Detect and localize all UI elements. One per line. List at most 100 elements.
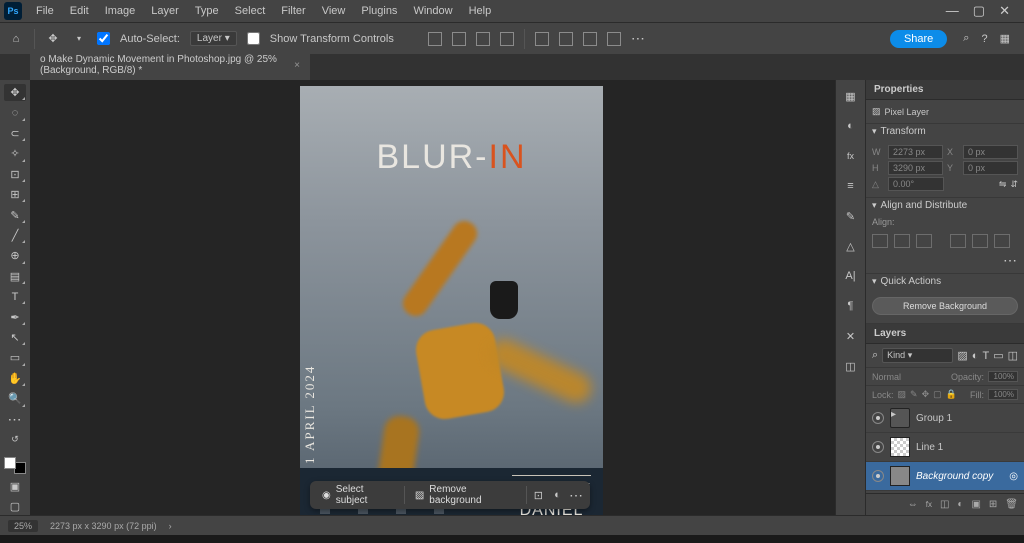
gradient-tool[interactable]: ▤ [4, 268, 26, 285]
move-tool[interactable]: ✥ [4, 84, 26, 101]
search-icon[interactable]: ⌕ [963, 32, 969, 45]
wand-tool[interactable]: ✧ [4, 145, 26, 162]
zoom-level[interactable]: 25% [8, 520, 38, 532]
filter-smart-icon[interactable]: ◫ [1008, 349, 1018, 362]
layer-thumbnail[interactable]: ▸ [890, 408, 910, 428]
angle-field[interactable]: 0.00° [888, 177, 944, 191]
link-layers-icon[interactable]: ⇔ [908, 499, 918, 510]
zoom-tool[interactable]: 🔍 [4, 390, 26, 407]
workspace-icon[interactable]: ▦ [1000, 32, 1010, 45]
marquee-tool[interactable]: ◌ [4, 104, 26, 121]
home-icon[interactable]: ⌂ [8, 31, 24, 47]
screenmode-tool[interactable]: ▢ [4, 498, 26, 515]
auto-select-target[interactable]: Layer ▾ [190, 31, 237, 46]
smart-object-icon[interactable]: ◎ [1009, 471, 1018, 482]
align-more-icon[interactable]: ⋯ [872, 252, 1018, 269]
default-colors-icon[interactable]: ↺ [4, 431, 26, 448]
crop-tool[interactable]: ⊡ [4, 166, 26, 183]
lock-trans-icon[interactable]: ▨ [898, 389, 907, 400]
distribute-left-icon[interactable] [535, 32, 549, 46]
edit-toolbar-icon[interactable]: ⋯ [8, 411, 23, 428]
menu-layer[interactable]: Layer [143, 2, 187, 20]
document-tab[interactable]: o Make Dynamic Movement in Photoshop.jpg… [30, 49, 310, 80]
distribute-space-icon[interactable] [607, 32, 621, 46]
more-options-icon[interactable]: ⋯ [631, 30, 646, 47]
layer-name[interactable]: Line 1 [916, 442, 1018, 453]
visibility-toggle[interactable] [872, 412, 884, 424]
type-tool[interactable]: T [4, 288, 26, 305]
new-layer-icon[interactable]: ⊞ [989, 499, 997, 510]
paragraph-panel-icon[interactable]: ¶ [841, 296, 861, 316]
menu-select[interactable]: Select [227, 2, 274, 20]
color-swatches[interactable] [4, 457, 26, 474]
pen-tool[interactable]: ✒ [4, 308, 26, 325]
history-panel-icon[interactable]: ≡ [841, 176, 861, 196]
layer-row[interactable]: Background copy◎ [866, 462, 1024, 491]
quick-actions-section[interactable]: ▾Quick Actions [866, 274, 1024, 289]
visibility-toggle[interactable] [872, 441, 884, 453]
width-field[interactable]: 2273 px [888, 145, 943, 159]
lock-pos-icon[interactable]: ✥ [922, 389, 930, 400]
libraries-panel-icon[interactable]: ◫ [841, 356, 861, 376]
x-field[interactable]: 0 px [963, 145, 1018, 159]
menu-plugins[interactable]: Plugins [353, 2, 405, 20]
delete-layer-icon[interactable]: 🗑 [1005, 499, 1018, 510]
eyedropper-tool[interactable]: ✎ [4, 206, 26, 223]
lock-artb-icon[interactable]: ▢ [933, 389, 942, 400]
color-panel-icon[interactable]: ▦ [841, 86, 861, 106]
stamp-tool[interactable]: ⊕ [4, 247, 26, 264]
move-tool-icon[interactable]: ✥ [45, 31, 61, 47]
quickmask-tool[interactable]: ▣ [4, 477, 26, 494]
window-minimize[interactable]: — [946, 3, 959, 19]
menu-filter[interactable]: Filter [273, 2, 313, 20]
align-right-icon[interactable] [476, 32, 490, 46]
lock-paint-icon[interactable]: ✎ [910, 389, 918, 400]
layer-thumbnail[interactable] [890, 437, 910, 457]
properties-tab[interactable]: Properties [866, 80, 1024, 100]
close-tab-icon[interactable]: × [294, 60, 300, 71]
select-subject-button[interactable]: ◉ Select subject [316, 481, 400, 509]
menu-window[interactable]: Window [405, 2, 460, 20]
mask-icon[interactable]: ◫ [940, 499, 949, 510]
menu-type[interactable]: Type [187, 2, 227, 20]
search-icon[interactable]: ⌕ [872, 349, 878, 362]
fx-icon[interactable]: fx [926, 500, 932, 509]
layer-row[interactable]: Line 1 [866, 433, 1024, 462]
brushes-panel-icon[interactable]: ✎ [841, 206, 861, 226]
os-taskbar[interactable] [0, 535, 1024, 543]
layer-filter-kind[interactable]: Kind ▾ [882, 348, 953, 363]
remove-background-qa-button[interactable]: Remove Background [872, 297, 1018, 315]
lock-all-icon[interactable]: 🔒 [946, 389, 957, 400]
frame-tool[interactable]: ⊞ [4, 186, 26, 203]
swatches-panel-icon[interactable]: ◐ [841, 116, 861, 136]
contextual-taskbar[interactable]: ◉ Select subject ▨ Remove background ⊡ ◐… [310, 481, 590, 509]
filter-pixel-icon[interactable]: ▨ [957, 349, 967, 362]
shape-tool[interactable]: ▭ [4, 349, 26, 366]
align-right-icon[interactable] [916, 234, 932, 248]
filter-type-icon[interactable]: T [982, 350, 989, 362]
layer-name[interactable]: Group 1 [916, 413, 1018, 424]
adjustment-layer-icon[interactable]: ◐ [957, 499, 963, 510]
auto-select-checkbox[interactable] [97, 32, 110, 45]
adjustments2-panel-icon[interactable]: ✕ [841, 326, 861, 346]
flip-h-icon[interactable]: ⇋ [999, 179, 1007, 190]
lasso-tool[interactable]: ⊂ [4, 125, 26, 142]
filter-shape-icon[interactable]: ▭ [993, 349, 1003, 362]
align-center-h-icon[interactable] [452, 32, 466, 46]
menu-help[interactable]: Help [461, 2, 500, 20]
share-button[interactable]: Share [890, 30, 947, 48]
path-select-tool[interactable]: ↖ [4, 329, 26, 346]
distribute-right-icon[interactable] [583, 32, 597, 46]
align-section[interactable]: ▾Align and Distribute [866, 198, 1024, 213]
filter-adjust-icon[interactable]: ◐ [972, 350, 979, 362]
align-hcenter-icon[interactable] [894, 234, 910, 248]
help-icon[interactable]: ? [981, 33, 987, 45]
align-bottom-icon[interactable] [994, 234, 1010, 248]
foreground-swatch[interactable] [4, 457, 16, 469]
fill-field[interactable]: 100% [988, 389, 1018, 400]
align-left-icon[interactable] [428, 32, 442, 46]
window-maximize[interactable]: ▢ [973, 3, 985, 19]
align-vcenter-icon[interactable] [972, 234, 988, 248]
brush-tool[interactable]: ╱ [4, 227, 26, 244]
blend-mode[interactable]: Normal [872, 372, 901, 382]
